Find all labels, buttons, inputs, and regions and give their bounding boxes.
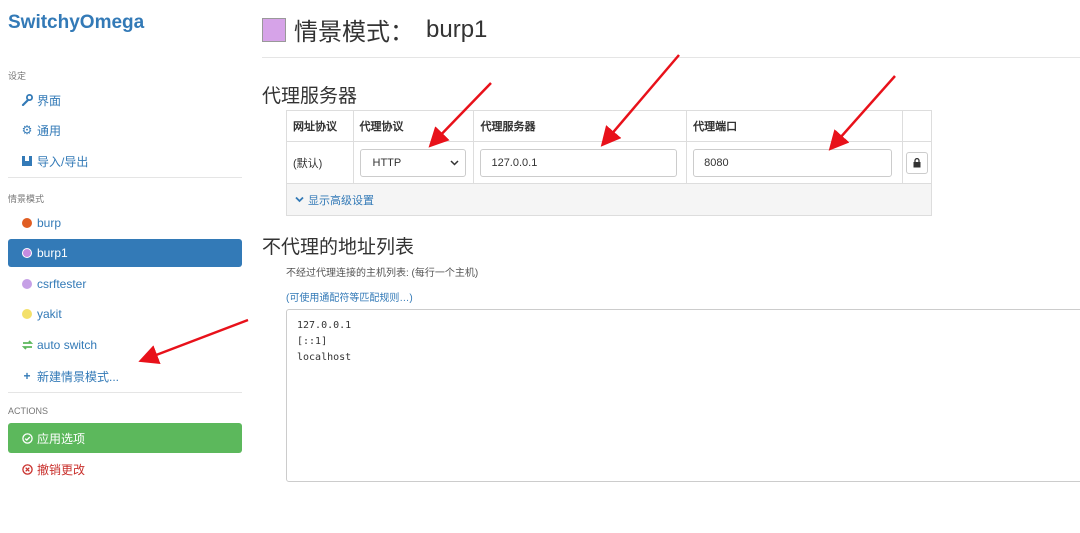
sidebar-item-label: 导入/导出 — [37, 154, 89, 169]
column-header — [901, 110, 933, 142]
apply-button[interactable]: 应用选项 — [8, 423, 242, 453]
chevron-down-icon — [449, 157, 459, 169]
show-advanced-toggle[interactable]: 显示高级设置 — [286, 184, 932, 216]
proxy-table: 网址协议 代理协议 代理服务器 代理端口 (默认) HTTP 127.0.0.1… — [286, 110, 933, 184]
discard-label: 撤销更改 — [37, 462, 86, 477]
globe-icon — [20, 218, 34, 228]
sidebar-item-label: burp — [37, 216, 62, 230]
server-input[interactable]: 127.0.0.1 — [480, 148, 678, 177]
show-advanced-label: 显示高级设置 — [308, 194, 374, 207]
sidebar-item-label: csrftester — [37, 277, 87, 291]
lock-icon — [913, 157, 921, 167]
sidebar-item-csrftester[interactable]: csrftester — [8, 270, 242, 298]
cancel-circle-icon — [20, 463, 34, 475]
wildcard-rules-link[interactable]: (可使用通配符等匹配规则…) — [286, 289, 413, 304]
import-export-icon — [20, 155, 34, 167]
globe-icon — [20, 309, 34, 319]
protocol-select[interactable]: HTTP — [359, 148, 466, 177]
scheme-cell: (默认) — [286, 141, 354, 184]
divider — [262, 57, 1080, 58]
bypass-entry: [::1] — [297, 336, 328, 347]
profile-name: burp1 — [426, 15, 488, 43]
discard-button[interactable]: 撤销更改 — [8, 455, 242, 483]
gear-icon: ⚙ — [21, 123, 33, 137]
proxy-section-heading: 代理服务器 — [262, 86, 358, 107]
new-profile-button[interactable]: + 新建情景模式... — [8, 362, 242, 390]
bypass-section-heading: 不代理的地址列表 — [262, 237, 415, 258]
app-brand[interactable]: SwitchyOmega — [8, 12, 144, 34]
sidebar-item-yakit[interactable]: yakit — [8, 300, 242, 328]
settings-header: 设定 — [8, 71, 27, 81]
bypass-entry: 127.0.0.1 — [297, 320, 352, 331]
sidebar-item-label: auto switch — [37, 338, 98, 352]
protocol-value: HTTP — [372, 156, 402, 169]
page-title: 情景模式： burp1 — [262, 12, 487, 47]
sidebar-item-burp1[interactable]: burp1 — [8, 239, 242, 267]
chevron-down-icon — [295, 194, 304, 206]
divider — [8, 177, 242, 178]
table-row: (默认) HTTP 127.0.0.1 8080 — [286, 141, 933, 184]
column-header: 代理服务器 — [473, 110, 688, 142]
sidebar-item-label: yakit — [37, 307, 62, 321]
globe-icon — [20, 248, 34, 258]
sidebar-item-burp[interactable]: burp — [8, 209, 242, 237]
title-prefix: 情景模式： — [294, 19, 414, 46]
bypass-entry: localhost — [297, 352, 352, 363]
sidebar-item-label: 通用 — [37, 123, 62, 138]
port-input[interactable]: 8080 — [693, 148, 893, 177]
sidebar-item-general[interactable]: ⚙ 通用 — [8, 116, 242, 144]
switch-icon — [20, 339, 34, 351]
globe-icon — [20, 279, 34, 289]
column-header: 代理协议 — [352, 110, 475, 142]
apply-label: 应用选项 — [37, 431, 86, 446]
sidebar-item-import-export[interactable]: 导入/导出 — [8, 147, 242, 175]
auth-lock-button[interactable] — [905, 151, 928, 174]
sidebar-item-label: burp1 — [37, 246, 68, 260]
divider — [8, 392, 242, 393]
sidebar-item-label: 界面 — [37, 93, 62, 108]
column-header: 网址协议 — [286, 110, 354, 142]
profile-color-swatch[interactable] — [262, 17, 286, 42]
sidebar-item-interface[interactable]: 界面 — [8, 86, 242, 114]
actions-header: ACTIONS — [8, 406, 49, 416]
table-header-row: 网址协议 代理协议 代理服务器 代理端口 — [286, 110, 933, 142]
sidebar: SwitchyOmega 设定 界面 ⚙ 通用 导入/导出 情景模式 burp … — [0, 0, 250, 533]
check-circle-icon — [20, 432, 34, 444]
column-header: 代理端口 — [686, 110, 903, 142]
bypass-list-textarea[interactable]: 127.0.0.1 [::1] localhost — [286, 309, 1080, 482]
sidebar-item-auto-switch[interactable]: auto switch — [8, 331, 242, 359]
profiles-header: 情景模式 — [8, 194, 45, 204]
plus-icon: + — [23, 369, 31, 383]
bypass-help-text: 不经过代理连接的主机列表: (每行一个主机) — [286, 268, 479, 279]
new-profile-label: 新建情景模式... — [37, 369, 120, 384]
wrench-icon — [20, 94, 34, 106]
